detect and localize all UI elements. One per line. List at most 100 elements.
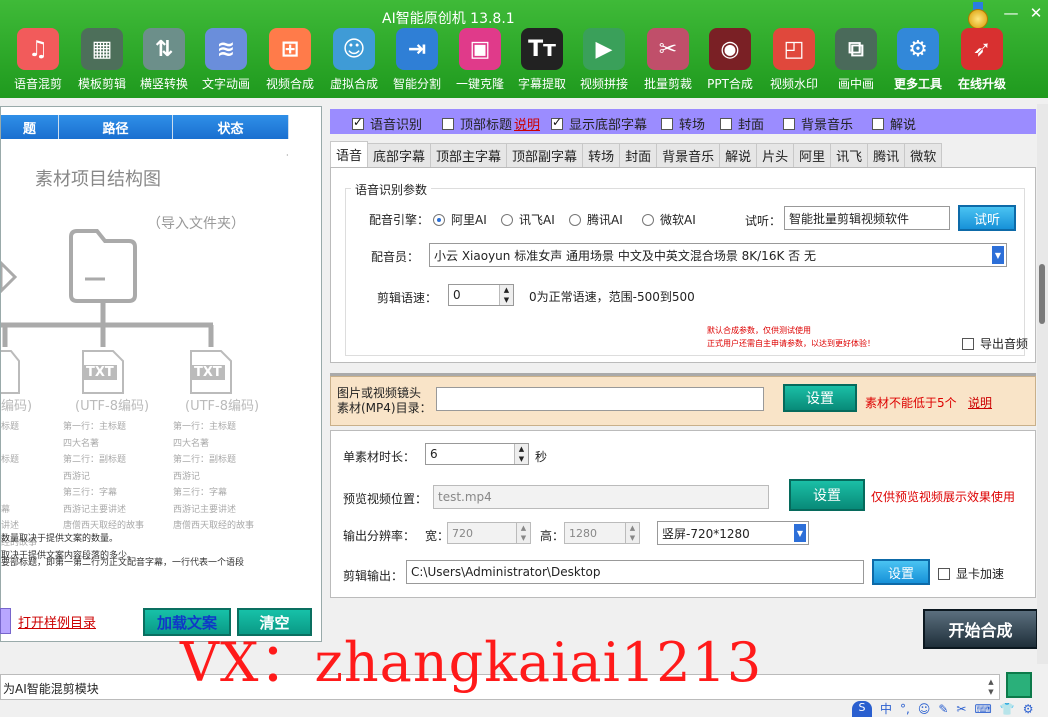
material-help-link[interactable]: 说明 [968,394,992,411]
output-path-field[interactable]: C:\Users\Administrator\Desktop [406,560,864,584]
ime-keyboard-icon[interactable]: ⌨ [974,702,991,716]
left-edge-button[interactable] [0,608,11,634]
tool-split[interactable]: ⇥ 智能分割 [385,28,449,94]
ime-settings-icon[interactable]: ⚙ [1023,702,1034,716]
tab-1[interactable]: 底部字幕 [367,143,432,167]
tool-rotate[interactable]: ⇅ 横竖转换 [132,28,196,94]
minimize-button[interactable]: — [1001,4,1021,22]
radio-xunfei-ai[interactable]: 讯飞AI [501,211,555,228]
tab-5[interactable]: 封面 [619,143,658,167]
preview-path-field[interactable]: test.mp4 [433,485,769,509]
checkbox-narration[interactable]: 解说 [872,114,916,133]
checkbox-export-audio[interactable]: 导出音频 [962,335,1028,352]
tab-9[interactable]: 阿里 [793,143,832,167]
material-set-button[interactable]: 设置 [783,384,857,412]
tool-grid[interactable]: ⊞ 视频合成 [258,28,322,94]
tool-watermark[interactable]: ◰ 视频水印 [762,28,826,94]
checkbox-bottom-subtitle[interactable]: 显示底部字幕 [551,114,647,133]
tool-label: PPT合成 [707,77,753,91]
ime-pen-icon[interactable]: ✎ [938,702,948,716]
resolution-preset-select[interactable]: 竖屏-720*1280 ▼ [657,521,809,545]
tool-music-note[interactable]: ♫ 语音混剪 [6,28,70,94]
output-set-button[interactable]: 设置 [872,559,930,585]
checkbox-gpu-accel[interactable]: 显卡加速 [938,565,1004,582]
height-stepper[interactable]: 1280 ▲ ▼ [564,522,640,544]
tool-text-tt[interactable]: Tт 字幕提取 [510,28,574,94]
tool-more-tools[interactable]: ⚙ 更多工具 [886,28,950,94]
listen-text-field[interactable]: 智能批量剪辑视频软件 [784,206,950,230]
tab-4[interactable]: 转场 [582,143,621,167]
tab-2[interactable]: 顶部主字幕 [430,143,508,167]
tool-avatar[interactable]: ☺ 虚拟合成 [322,28,386,94]
title-toolbar: AI智能原创机 13.8.1 — ✕ ♫ 语音混剪 ▦ 模板剪辑 ⇅ 横竖转换 ≋ 文字动画 ⊞… [0,0,1048,98]
ime-tool-icon[interactable]: ✂ [956,702,966,716]
tool-label: 更多工具 [893,77,942,91]
tool-ppt[interactable]: ◉ PPT合成 [698,28,762,94]
preview-set-button[interactable]: 设置 [789,479,865,511]
ime-chinese-mode[interactable]: 中 [880,700,892,717]
tool-template[interactable]: ▦ 模板剪辑 [70,28,134,94]
listen-button[interactable]: 试听 [958,205,1016,231]
checkbox-cover[interactable]: 封面 [720,114,764,133]
tool-rocket[interactable]: ➶ 在线升级 [950,28,1014,94]
checkbox-top-title[interactable]: 顶部标题 [442,114,512,133]
ime-punct[interactable]: °, [900,702,910,716]
speaker-select[interactable]: 小云 Xiaoyun 标准女声 通用场景 中文及中英文混合场景 8K/16K 否… [429,243,1007,267]
ppt-icon: ◉ [709,28,751,70]
chevron-down-icon[interactable]: ▼ [992,246,1004,264]
spin-arrows-icon[interactable]: ▲ ▼ [625,523,639,543]
radio-tencent-ai[interactable]: 腾讯AI [569,211,623,228]
watermark-icon: ◰ [773,28,815,70]
tool-crop[interactable]: ✂ 批量剪裁 [636,28,700,94]
right-scrollbar[interactable] [1037,104,1048,664]
radio-ali-ai[interactable]: 阿里AI [433,211,487,228]
close-button[interactable]: ✕ [1026,4,1046,22]
ime-emoji-icon[interactable]: ☺ [918,702,931,716]
tab-10[interactable]: 讯飞 [830,143,869,167]
tool-pip[interactable]: ⧉ 画中画 [824,28,888,94]
tab-8[interactable]: 片头 [756,143,795,167]
app-title: AI智能原创机 13.8.1 [382,11,515,27]
tab-3[interactable]: 顶部副字幕 [506,143,584,167]
tab-7[interactable]: 解说 [719,143,758,167]
start-compose-button[interactable]: 开始合成 [923,609,1038,649]
ime-skin-icon[interactable]: 👕 [1000,702,1015,716]
top-title-help-link[interactable]: 说明 [514,114,540,133]
open-sample-dir-link[interactable]: 打开样例目录 [18,612,96,631]
column-title[interactable]: 题 [1,115,59,139]
column-path[interactable]: 路径 [59,115,173,139]
material-dir-panel: 图片或视频镜头 素材(MP4)目录： 设置 素材不能低于5个 说明 [330,373,1036,426]
column-status[interactable]: 状态 [173,115,289,139]
ime-logo-icon[interactable]: S [852,700,872,717]
chevron-down-icon[interactable]: ▼ [794,524,806,542]
duration-stepper[interactable]: 6 ▲ ▼ [425,443,529,465]
tool-label: 语音混剪 [13,77,62,91]
speed-stepper[interactable]: 0 ▲ ▼ [448,284,514,306]
tab-11[interactable]: 腾讯 [867,143,906,167]
tab-0[interactable]: 语音 [330,141,369,167]
checkbox-transition[interactable]: 转场 [661,114,705,133]
checkbox-speech-recognition[interactable]: 语音识别 [352,114,422,133]
spin-arrows-icon[interactable]: ▲ ▼ [514,444,528,464]
txt-badge: TXT [83,365,117,380]
tool-waveform[interactable]: ≋ 文字动画 [194,28,258,94]
corner-button[interactable] [1006,672,1032,698]
tool-clone[interactable]: ▣ 一键克隆 [448,28,512,94]
material-dir-field[interactable] [436,387,764,411]
tool-video-join[interactable]: ▶ 视频拼接 [572,28,636,94]
tool-label: 一键克隆 [455,77,504,91]
spin-arrows-icon[interactable]: ▲ ▼ [516,523,530,543]
radio-microsoft-ai[interactable]: 微软AI [642,211,696,228]
tab-12[interactable]: 微软 [904,143,943,167]
status-scroll-arrows-icon[interactable]: ▲ ▼ [985,677,997,697]
rocket-icon: ➶ [961,28,1003,70]
spin-arrows-icon[interactable]: ▲ ▼ [499,285,513,305]
tab-6[interactable]: 背景音乐 [656,143,721,167]
speaker-selected-value: 小云 Xiaoyun 标准女声 通用场景 中文及中英文混合场景 8K/16K 否… [434,248,816,263]
checkbox-bgm[interactable]: 背景音乐 [783,114,853,133]
width-stepper[interactable]: 720 ▲ ▼ [447,522,531,544]
medal-icon[interactable] [967,2,989,30]
tool-label: 字幕提取 [517,77,566,91]
duration-label: 单素材时长： [343,450,416,464]
scroll-thumb[interactable] [1039,264,1045,324]
